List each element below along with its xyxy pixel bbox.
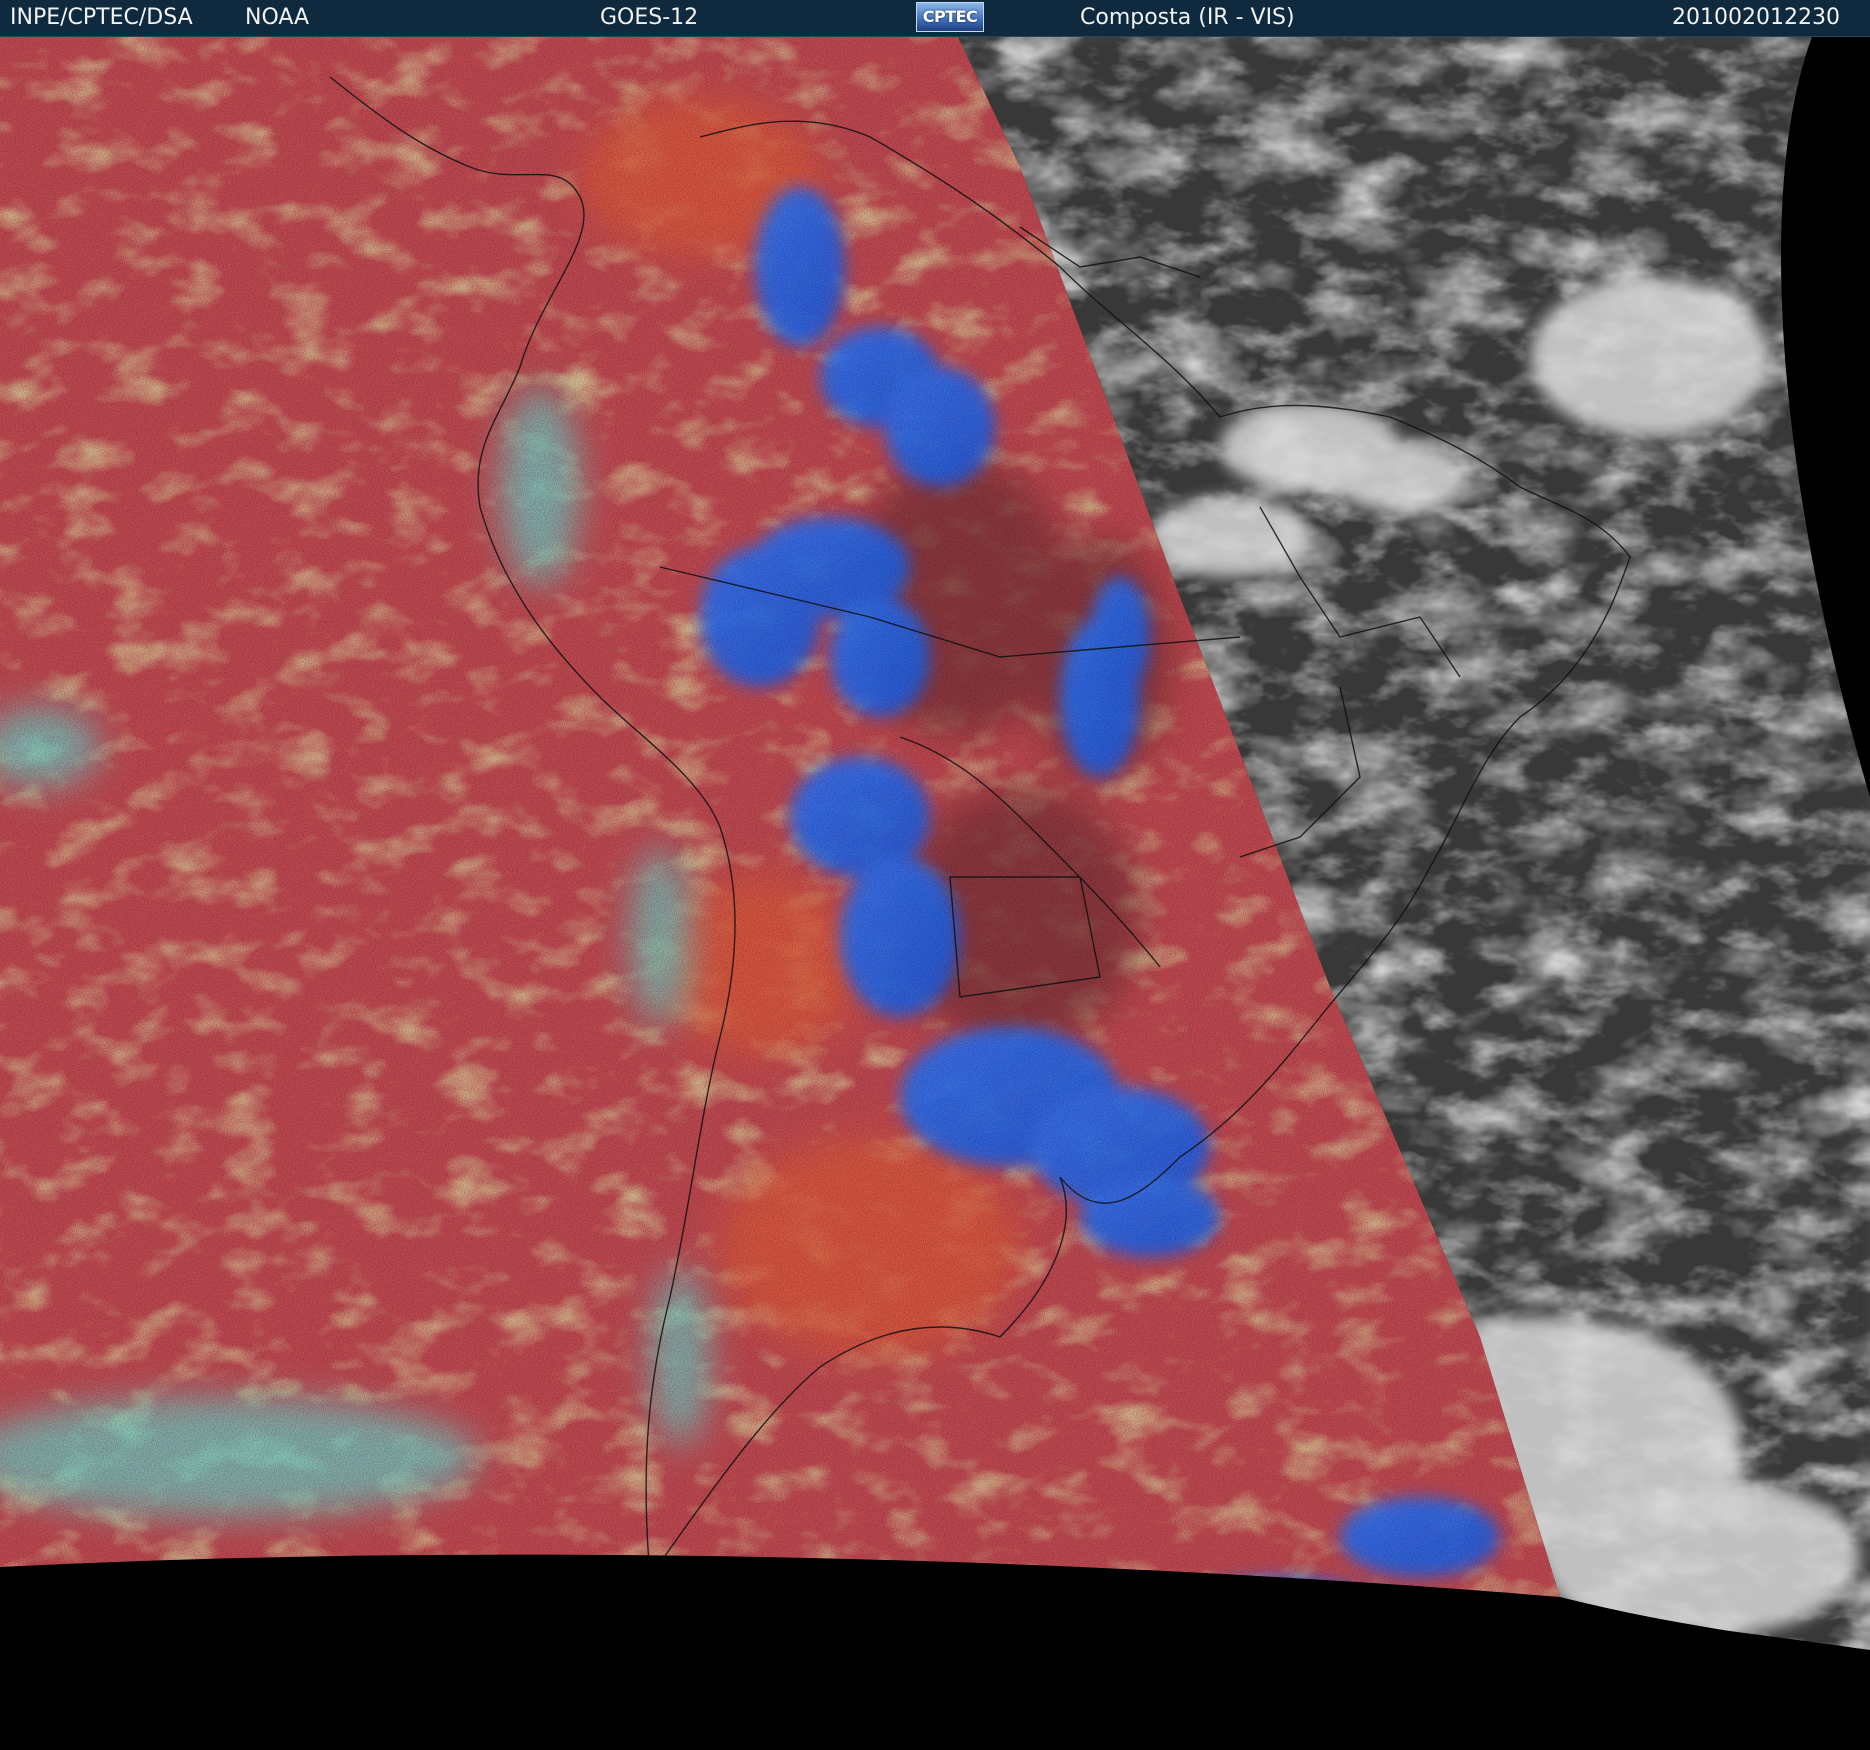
product-label: Composta (IR - VIS) [1080,5,1295,30]
satellite-image [0,37,1870,1750]
agency-label: INPE/CPTEC/DSA [10,5,193,30]
logo-text: CPTEC [922,7,978,26]
image-header-bar: INPE/CPTEC/DSA NOAA GOES-12 CPTEC Compos… [0,0,1870,37]
partner-label: NOAA [245,5,310,30]
cptec-logo: CPTEC [916,2,984,32]
satellite-label: GOES-12 [600,5,699,30]
timestamp-label: 201002012230 [1672,5,1840,30]
